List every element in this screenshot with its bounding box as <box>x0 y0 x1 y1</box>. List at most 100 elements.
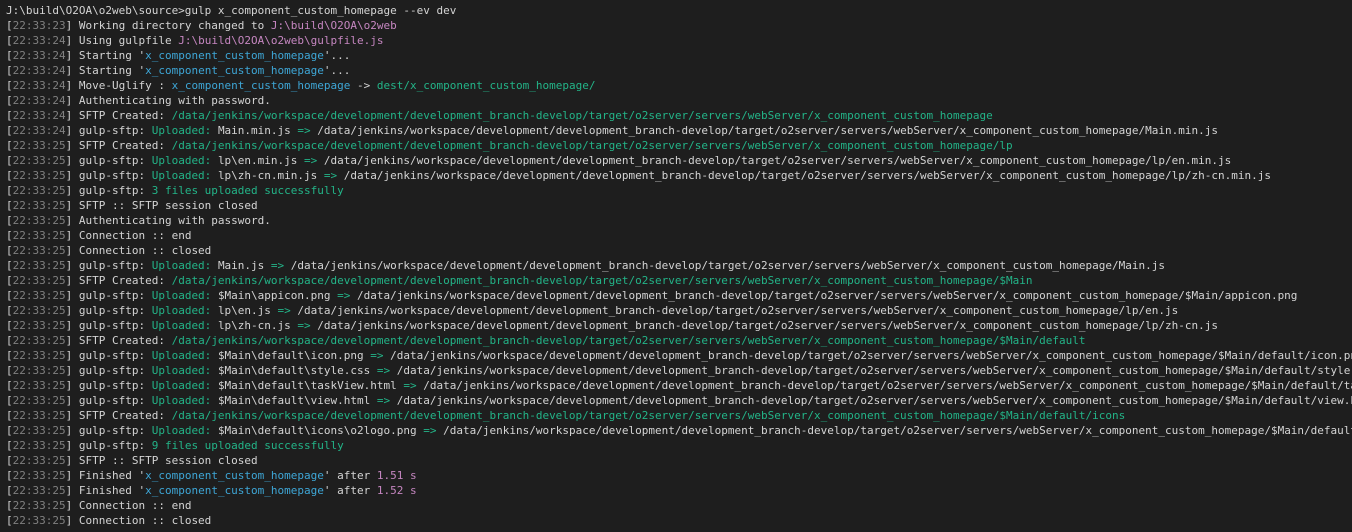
terminal-line: [22:33:25] SFTP :: SFTP session closed <box>6 198 1352 213</box>
log-text: [ <box>6 319 13 332</box>
log-text: [ <box>6 79 13 92</box>
log-text: => <box>270 259 285 272</box>
log-text: /data/jenkins/workspace/development/deve… <box>171 109 993 122</box>
timestamp: 22:33:25 <box>12 424 66 437</box>
timestamp: 22:33:25 <box>12 274 66 287</box>
log-text: x_component_custom_homepage <box>145 484 324 497</box>
terminal-line: [22:33:25] Connection :: closed <box>6 243 1352 258</box>
log-text: [ <box>6 109 13 122</box>
log-text: Main.min.js <box>217 124 298 137</box>
log-text: [ <box>6 454 13 467</box>
log-text: Uploaded: <box>151 154 218 167</box>
log-text: ' after <box>323 484 377 497</box>
log-text: => <box>304 154 318 167</box>
log-text: ] Starting ' <box>65 64 146 77</box>
log-text: '... <box>323 64 351 77</box>
log-text: /data/jenkins/workspace/development/deve… <box>310 319 1218 332</box>
terminal-line: [22:33:25] Connection :: closed <box>6 513 1352 528</box>
log-text: x_component_custom_homepage <box>145 64 324 77</box>
terminal-line: [22:33:25] Connection :: end <box>6 228 1352 243</box>
log-text: x_component_custom_homepage <box>145 49 324 62</box>
timestamp: 22:33:25 <box>12 409 66 422</box>
terminal-line: [22:33:25] SFTP :: SFTP session closed <box>6 453 1352 468</box>
terminal-line: [22:33:25] Authenticating with password. <box>6 213 1352 228</box>
log-text: => <box>423 424 437 437</box>
timestamp: 22:33:24 <box>12 49 66 62</box>
terminal-line: [22:33:25] gulp-sftp: Uploaded: Main.js … <box>6 258 1352 273</box>
timestamp: 22:33:24 <box>12 79 66 92</box>
log-text: /data/jenkins/workspace/development/deve… <box>171 274 1033 287</box>
log-text: [ <box>6 49 13 62</box>
log-text: => <box>376 394 391 407</box>
log-text: Uploaded: <box>151 289 218 302</box>
log-text: ] Connection :: closed <box>65 244 212 257</box>
log-text: 1.52 s <box>376 484 417 497</box>
terminal-line: [22:33:25] gulp-sftp: Uploaded: $Main\ap… <box>6 288 1352 303</box>
log-text: dest/x_component_custom_homepage/ <box>376 79 596 92</box>
log-text: => <box>277 304 291 317</box>
terminal-line: [22:33:25] gulp-sftp: Uploaded: lp\zh-cn… <box>6 168 1352 183</box>
terminal-line: [22:33:25] gulp-sftp: Uploaded: lp\zh-cn… <box>6 318 1352 333</box>
log-text: ] gulp-sftp: <box>65 184 152 197</box>
log-text: ] gulp-sftp: <box>65 319 152 332</box>
log-text: ] SFTP Created: <box>65 409 172 422</box>
log-text: [ <box>6 304 13 317</box>
log-text: /data/jenkins/workspace/development/deve… <box>443 424 1352 437</box>
log-text: Uploaded: <box>151 349 218 362</box>
log-text: x_component_custom_homepage <box>171 79 351 92</box>
terminal-line: [22:33:25] Finished 'x_component_custom_… <box>6 468 1352 483</box>
log-text: ] gulp-sftp: <box>65 424 152 437</box>
log-text: $Main\default\icon.png <box>217 349 371 362</box>
timestamp: 22:33:25 <box>12 469 66 482</box>
log-text: /data/jenkins/workspace/development/deve… <box>390 394 1352 407</box>
log-text: 1.51 s <box>376 469 417 482</box>
timestamp: 22:33:24 <box>12 94 66 107</box>
timestamp: 22:33:24 <box>12 124 66 137</box>
log-text: $Main\default\icons\o2logo.png <box>217 424 424 437</box>
log-text: $Main\appicon.png <box>217 289 338 302</box>
log-text: [ <box>6 94 13 107</box>
log-text: ] gulp-sftp: <box>65 124 152 137</box>
log-text: /data/jenkins/workspace/development/deve… <box>290 304 1179 317</box>
timestamp: 22:33:25 <box>12 154 66 167</box>
log-text: ] SFTP :: SFTP session closed <box>65 454 258 467</box>
log-text: ] SFTP Created: <box>65 139 172 152</box>
log-text: ' after <box>323 469 377 482</box>
log-text: [ <box>6 124 13 137</box>
log-text: J:\build\O2OA\o2web\gulpfile.js <box>178 34 384 47</box>
log-text: $Main\default\view.html <box>217 394 377 407</box>
log-text: [ <box>6 439 13 452</box>
timestamp: 22:33:23 <box>12 19 66 32</box>
log-text: ] Move-Uglify : <box>65 79 172 92</box>
terminal-line: [22:33:25] Finished 'x_component_custom_… <box>6 483 1352 498</box>
log-text: ] SFTP :: SFTP session closed <box>65 199 258 212</box>
log-text: J:\build\O2OA\o2web\source>gulp x_compon… <box>6 4 457 17</box>
timestamp: 22:33:25 <box>12 349 66 362</box>
terminal-output[interactable]: J:\build\O2OA\o2web\source>gulp x_compon… <box>0 0 1352 532</box>
timestamp: 22:33:24 <box>12 34 66 47</box>
terminal-line: [22:33:25] gulp-sftp: 9 files uploaded s… <box>6 438 1352 453</box>
log-text: [ <box>6 289 13 302</box>
log-text: ] Finished ' <box>65 469 146 482</box>
terminal-line: [22:33:25] gulp-sftp: Uploaded: $Main\de… <box>6 393 1352 408</box>
timestamp: 22:33:25 <box>12 259 66 272</box>
timestamp: 22:33:24 <box>12 64 66 77</box>
log-text: [ <box>6 229 13 242</box>
terminal-line: [22:33:25] gulp-sftp: Uploaded: $Main\de… <box>6 363 1352 378</box>
timestamp: 22:33:25 <box>12 244 66 257</box>
terminal-line: [22:33:24] SFTP Created: /data/jenkins/w… <box>6 108 1352 123</box>
log-text: => <box>370 349 384 362</box>
log-text: ] Working directory changed to <box>65 19 271 32</box>
terminal-line: [22:33:25] SFTP Created: /data/jenkins/w… <box>6 333 1352 348</box>
log-text: ] Using gulpfile <box>65 34 179 47</box>
log-text: lp\en.js <box>217 304 278 317</box>
timestamp: 22:33:25 <box>12 364 66 377</box>
log-text: ] gulp-sftp: <box>65 379 152 392</box>
timestamp: 22:33:25 <box>12 139 66 152</box>
log-text: => <box>337 289 351 302</box>
log-text: [ <box>6 169 13 182</box>
log-text: [ <box>6 199 13 212</box>
log-text: ] Finished ' <box>65 484 146 497</box>
terminal-line: [22:33:24] Starting 'x_component_custom_… <box>6 63 1352 78</box>
log-text: /data/jenkins/workspace/development/deve… <box>171 334 1086 347</box>
